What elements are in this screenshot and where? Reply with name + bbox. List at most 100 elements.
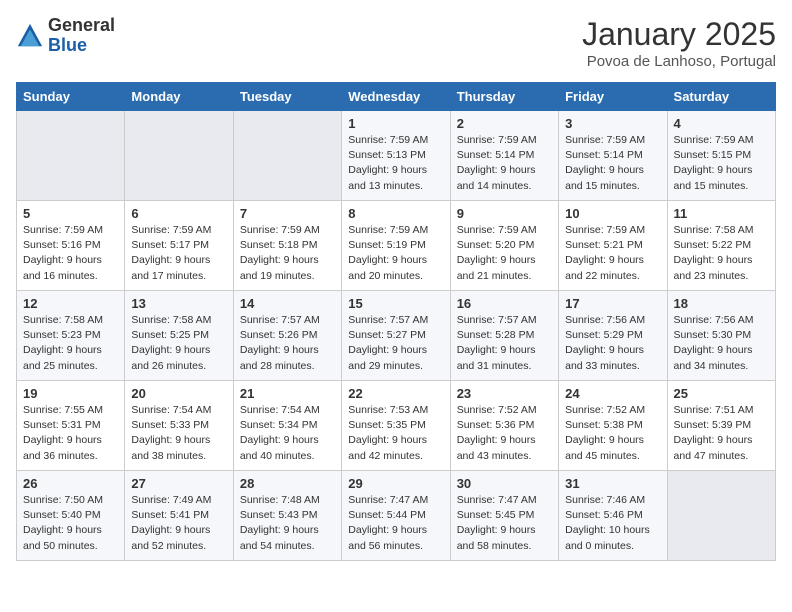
day-info: Sunrise: 7:59 AM Sunset: 5:14 PM Dayligh… <box>457 133 552 194</box>
day-info: Sunrise: 7:56 AM Sunset: 5:30 PM Dayligh… <box>674 313 769 374</box>
calendar-cell: 22Sunrise: 7:53 AM Sunset: 5:35 PM Dayli… <box>342 381 450 471</box>
calendar-cell: 5 Sunrise: 7:59 AM Sunset: 5:16 PM Daylig… <box>17 201 125 291</box>
calendar-cell: 8 Sunrise: 7:59 AM Sunset: 5:19 PM Daylig… <box>342 201 450 291</box>
calendar-cell: 4Sunrise: 7:59 AM Sunset: 5:15 PM Daylig… <box>667 111 775 201</box>
logo-general-text: General <box>48 15 115 35</box>
calendar-cell: 25Sunrise: 7:51 AM Sunset: 5:39 PM Dayli… <box>667 381 775 471</box>
day-number: 16 <box>457 296 552 311</box>
day-info: Sunrise: 7:58 AM Sunset: 5:25 PM Dayligh… <box>131 313 226 374</box>
calendar-week-3: 12Sunrise: 7:58 AM Sunset: 5:23 PM Dayli… <box>17 291 776 381</box>
calendar-cell: 9Sunrise: 7:59 AM Sunset: 5:20 PM Daylig… <box>450 201 558 291</box>
calendar-week-5: 26Sunrise: 7:50 AM Sunset: 5:40 PM Dayli… <box>17 471 776 561</box>
calendar-cell: 6Sunrise: 7:59 AM Sunset: 5:17 PM Daylig… <box>125 201 233 291</box>
day-number: 13 <box>131 296 226 311</box>
day-info: Sunrise: 7:59 AM Sunset: 5:16 PM Dayligh… <box>23 223 118 284</box>
day-info: Sunrise: 7:52 AM Sunset: 5:38 PM Dayligh… <box>565 403 660 464</box>
day-info: Sunrise: 7:59 AM Sunset: 5:19 PM Dayligh… <box>348 223 443 284</box>
calendar-cell: 21 Sunrise: 7:54 AM Sunset: 5:34 PM Dayli… <box>233 381 341 471</box>
day-number: 11 <box>674 206 769 221</box>
day-number: 5 <box>23 206 118 221</box>
calendar-cell: 3Sunrise: 7:59 AM Sunset: 5:14 PM Daylig… <box>559 111 667 201</box>
day-number: 2 <box>457 116 552 131</box>
day-number: 31 <box>565 476 660 491</box>
calendar-week-4: 19 Sunrise: 7:55 AM Sunset: 5:31 PM Dayli… <box>17 381 776 471</box>
weekday-header-friday: Friday <box>559 83 667 111</box>
day-number: 21 <box>240 386 335 401</box>
weekday-header-sunday: Sunday <box>17 83 125 111</box>
calendar-cell: 29 Sunrise: 7:47 AM Sunset: 5:44 PM Dayli… <box>342 471 450 561</box>
day-number: 12 <box>23 296 118 311</box>
calendar-cell: 23 Sunrise: 7:52 AM Sunset: 5:36 PM Dayli… <box>450 381 558 471</box>
calendar-cell: 19 Sunrise: 7:55 AM Sunset: 5:31 PM Dayli… <box>17 381 125 471</box>
calendar-week-1: 1 Sunrise: 7:59 AM Sunset: 5:13 PM Daylig… <box>17 111 776 201</box>
calendar-cell: 10 Sunrise: 7:59 AM Sunset: 5:21 PM Dayli… <box>559 201 667 291</box>
weekday-header-thursday: Thursday <box>450 83 558 111</box>
weekday-header-tuesday: Tuesday <box>233 83 341 111</box>
calendar-cell: 7 Sunrise: 7:59 AM Sunset: 5:18 PM Daylig… <box>233 201 341 291</box>
day-number: 1 <box>348 116 443 131</box>
calendar-cell: 30 Sunrise: 7:47 AM Sunset: 5:45 PM Dayli… <box>450 471 558 561</box>
calendar-cell: 24 Sunrise: 7:52 AM Sunset: 5:38 PM Dayli… <box>559 381 667 471</box>
calendar-week-2: 5 Sunrise: 7:59 AM Sunset: 5:16 PM Daylig… <box>17 201 776 291</box>
logo: General Blue <box>16 16 115 56</box>
calendar-cell: 14 Sunrise: 7:57 AM Sunset: 5:26 PM Dayli… <box>233 291 341 381</box>
day-info: Sunrise: 7:52 AM Sunset: 5:36 PM Dayligh… <box>457 403 552 464</box>
day-info: Sunrise: 7:49 AM Sunset: 5:41 PM Dayligh… <box>131 493 226 554</box>
day-number: 10 <box>565 206 660 221</box>
day-number: 8 <box>348 206 443 221</box>
weekday-header-monday: Monday <box>125 83 233 111</box>
day-number: 20 <box>131 386 226 401</box>
calendar-cell <box>233 111 341 201</box>
day-info: Sunrise: 7:56 AM Sunset: 5:29 PM Dayligh… <box>565 313 660 374</box>
logo-icon <box>16 22 44 50</box>
calendar-header: SundayMondayTuesdayWednesdayThursdayFrid… <box>17 83 776 111</box>
day-number: 27 <box>131 476 226 491</box>
day-info: Sunrise: 7:59 AM Sunset: 5:21 PM Dayligh… <box>565 223 660 284</box>
day-number: 6 <box>131 206 226 221</box>
day-number: 28 <box>240 476 335 491</box>
day-info: Sunrise: 7:48 AM Sunset: 5:43 PM Dayligh… <box>240 493 335 554</box>
day-number: 29 <box>348 476 443 491</box>
calendar-cell: 27 Sunrise: 7:49 AM Sunset: 5:41 PM Dayli… <box>125 471 233 561</box>
day-info: Sunrise: 7:58 AM Sunset: 5:22 PM Dayligh… <box>674 223 769 284</box>
calendar-cell: 11 Sunrise: 7:58 AM Sunset: 5:22 PM Dayli… <box>667 201 775 291</box>
calendar-cell: 12Sunrise: 7:58 AM Sunset: 5:23 PM Dayli… <box>17 291 125 381</box>
calendar-cell: 2 Sunrise: 7:59 AM Sunset: 5:14 PM Daylig… <box>450 111 558 201</box>
day-info: Sunrise: 7:59 AM Sunset: 5:14 PM Dayligh… <box>565 133 660 194</box>
day-number: 7 <box>240 206 335 221</box>
day-number: 30 <box>457 476 552 491</box>
day-number: 19 <box>23 386 118 401</box>
day-info: Sunrise: 7:59 AM Sunset: 5:18 PM Dayligh… <box>240 223 335 284</box>
day-info: Sunrise: 7:54 AM Sunset: 5:34 PM Dayligh… <box>240 403 335 464</box>
day-number: 23 <box>457 386 552 401</box>
calendar-cell: 28 Sunrise: 7:48 AM Sunset: 5:43 PM Dayli… <box>233 471 341 561</box>
day-info: Sunrise: 7:57 AM Sunset: 5:26 PM Dayligh… <box>240 313 335 374</box>
calendar-cell: 20 Sunrise: 7:54 AM Sunset: 5:33 PM Dayli… <box>125 381 233 471</box>
day-number: 26 <box>23 476 118 491</box>
day-number: 24 <box>565 386 660 401</box>
calendar-cell: 13 Sunrise: 7:58 AM Sunset: 5:25 PM Dayli… <box>125 291 233 381</box>
day-number: 9 <box>457 206 552 221</box>
calendar-cell: 26Sunrise: 7:50 AM Sunset: 5:40 PM Dayli… <box>17 471 125 561</box>
location-subtitle: Povoa de Lanhoso, Portugal <box>582 53 776 70</box>
day-info: Sunrise: 7:47 AM Sunset: 5:45 PM Dayligh… <box>457 493 552 554</box>
day-info: Sunrise: 7:57 AM Sunset: 5:28 PM Dayligh… <box>457 313 552 374</box>
day-info: Sunrise: 7:46 AM Sunset: 5:46 PM Dayligh… <box>565 493 660 554</box>
day-info: Sunrise: 7:55 AM Sunset: 5:31 PM Dayligh… <box>23 403 118 464</box>
day-number: 18 <box>674 296 769 311</box>
day-number: 4 <box>674 116 769 131</box>
calendar-cell: 15Sunrise: 7:57 AM Sunset: 5:27 PM Dayli… <box>342 291 450 381</box>
weekday-header-row: SundayMondayTuesdayWednesdayThursdayFrid… <box>17 83 776 111</box>
day-number: 14 <box>240 296 335 311</box>
calendar-cell <box>667 471 775 561</box>
day-info: Sunrise: 7:47 AM Sunset: 5:44 PM Dayligh… <box>348 493 443 554</box>
weekday-header-saturday: Saturday <box>667 83 775 111</box>
weekday-header-wednesday: Wednesday <box>342 83 450 111</box>
calendar-body: 1 Sunrise: 7:59 AM Sunset: 5:13 PM Daylig… <box>17 111 776 561</box>
calendar-cell: 31 Sunrise: 7:46 AM Sunset: 5:46 PM Dayli… <box>559 471 667 561</box>
calendar-cell: 17Sunrise: 7:56 AM Sunset: 5:29 PM Dayli… <box>559 291 667 381</box>
month-title: January 2025 <box>582 16 776 53</box>
day-info: Sunrise: 7:51 AM Sunset: 5:39 PM Dayligh… <box>674 403 769 464</box>
day-info: Sunrise: 7:54 AM Sunset: 5:33 PM Dayligh… <box>131 403 226 464</box>
day-info: Sunrise: 7:59 AM Sunset: 5:13 PM Dayligh… <box>348 133 443 194</box>
